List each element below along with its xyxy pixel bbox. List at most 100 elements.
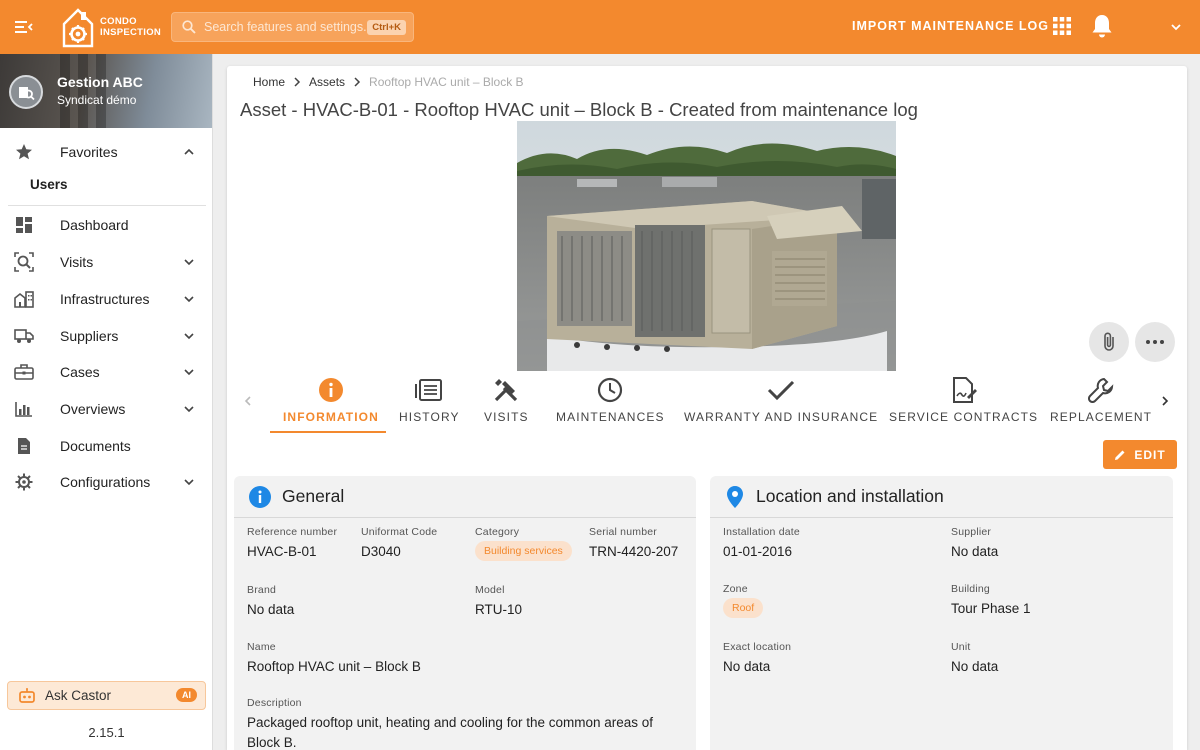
tabs-scroll-right-icon[interactable]	[1158, 394, 1172, 408]
field-zone: Zone Roof	[723, 583, 764, 618]
chevron-down-icon[interactable]	[182, 475, 196, 489]
general-card-title: General	[282, 486, 345, 506]
logo-house-gear-icon	[62, 8, 94, 48]
breadcrumb-assets[interactable]: Assets	[309, 75, 345, 89]
chevron-down-icon[interactable]	[182, 402, 196, 416]
ask-castor-button[interactable]: Ask Castor AI	[7, 681, 206, 710]
briefcase-icon	[14, 362, 34, 382]
tools-icon	[492, 376, 520, 404]
general-card: General Reference number HVAC-B-01 Unifo…	[234, 476, 696, 750]
breadcrumb-home[interactable]: Home	[253, 75, 285, 89]
field-label: Zone	[723, 583, 748, 595]
more-actions-button[interactable]	[1135, 322, 1175, 362]
field-model: Model RTU-10	[475, 584, 522, 617]
info-icon	[317, 376, 345, 404]
chevron-up-icon[interactable]	[182, 145, 196, 159]
condo-inspection-logo[interactable]: CONDO INSPECTION	[60, 5, 161, 49]
sidebar-item-visits[interactable]: Visits	[0, 244, 213, 280]
sidebar-item-label: Configurations	[60, 474, 151, 490]
field-label: Unit	[951, 641, 971, 653]
tab-maintenances[interactable]: MAINTENANCES	[556, 376, 665, 434]
building-search-icon	[19, 87, 35, 101]
tabs-scroll-left-icon[interactable]	[241, 394, 255, 408]
organization-banner[interactable]: Gestion ABC Syndicat démo	[0, 54, 212, 128]
chevron-down-icon[interactable]	[182, 329, 196, 343]
checkmark-icon	[767, 376, 795, 404]
tab-label: INFORMATION	[283, 410, 379, 424]
banner-decoration	[78, 54, 88, 128]
tab-service-contracts[interactable]: SERVICE CONTRACTS	[889, 376, 1038, 434]
field-value: No data	[951, 544, 999, 559]
sidebar-item-cases[interactable]: Cases	[0, 354, 213, 390]
dashboard-icon	[14, 215, 34, 235]
field-label: Building	[951, 583, 990, 595]
truck-icon	[14, 326, 34, 346]
page-title: Asset - HVAC-B-01 - Rooftop HVAC unit – …	[240, 99, 918, 120]
general-card-header: General	[234, 476, 696, 518]
tab-warranty-and-insurance[interactable]: WARRANTY AND INSURANCE	[684, 376, 878, 434]
zone-chip: Roof	[723, 598, 764, 618]
star-icon	[14, 142, 34, 162]
sidebar-item-infrastructures[interactable]: Infrastructures	[0, 281, 213, 317]
tab-information[interactable]: INFORMATION	[283, 376, 379, 434]
logo-line-1: CONDO	[100, 16, 137, 27]
field-label: Supplier	[951, 526, 992, 538]
chevron-right-icon	[354, 77, 361, 87]
info-circle-icon	[249, 485, 271, 508]
sidebar-item-favorites[interactable]: Favorites	[0, 134, 213, 170]
sidebar-item-overviews[interactable]: Overviews	[0, 391, 213, 427]
field-value: D3040	[361, 544, 401, 559]
history-list-icon	[415, 376, 443, 404]
field-value: Rooftop HVAC unit – Block B	[247, 659, 421, 674]
app-version: 2.15.1	[88, 725, 125, 740]
paperclip-icon	[1104, 332, 1114, 351]
account-chevron-down-icon[interactable]	[1169, 20, 1183, 34]
logo-wordmark: CONDO INSPECTION	[100, 16, 161, 38]
tab-label: VISITS	[484, 410, 529, 424]
sidebar-item-dashboard[interactable]: Dashboard	[0, 207, 213, 243]
chevron-down-icon[interactable]	[182, 292, 196, 306]
sidebar-favorite-users[interactable]: Users	[30, 177, 68, 192]
search-bar[interactable]: Search features and settings... Ctrl+K	[171, 12, 414, 42]
pencil-icon	[1115, 450, 1125, 460]
sidebar-item-suppliers[interactable]: Suppliers	[0, 318, 213, 354]
ask-castor-label: Ask Castor	[45, 688, 112, 703]
clock-icon	[596, 376, 624, 404]
sidebar-item-configurations[interactable]: Configurations	[0, 464, 213, 500]
visits-icon	[14, 252, 34, 272]
import-maintenance-log-button[interactable]: IMPORT MAINTENANCE LOG	[852, 19, 1049, 33]
field-value: RTU-10	[475, 602, 523, 617]
document-icon	[14, 436, 34, 456]
top-app-bar: CONDO INSPECTION Search features and set…	[0, 0, 1200, 54]
tab-replacement[interactable]: REPLACEMENT	[1050, 376, 1152, 434]
tab-history[interactable]: HISTORY	[399, 376, 460, 434]
chevron-down-icon[interactable]	[182, 255, 196, 269]
breadcrumb-current: Rooftop HVAC unit – Block B	[369, 75, 524, 89]
contract-icon	[950, 376, 978, 404]
search-icon	[182, 20, 196, 34]
edit-button[interactable]: EDIT	[1103, 440, 1177, 469]
field-label: Uniformat Code	[361, 526, 438, 538]
field-label: Installation date	[723, 526, 800, 538]
asset-photo[interactable]	[517, 121, 896, 371]
chevron-down-icon[interactable]	[182, 365, 196, 379]
tab-label: MAINTENANCES	[556, 410, 665, 424]
more-horizontal-icon	[1146, 340, 1164, 344]
notifications-bell-icon[interactable]	[1090, 13, 1114, 39]
location-card-title: Location and installation	[756, 486, 944, 506]
organization-name: Gestion ABC	[57, 74, 143, 90]
menu-collapse-icon[interactable]	[12, 15, 36, 39]
field-uniformat-code: Uniformat Code D3040	[361, 526, 437, 559]
apps-grid-icon[interactable]	[1053, 17, 1071, 35]
field-label: Exact location	[723, 641, 792, 653]
sidebar-item-documents[interactable]: Documents	[0, 428, 213, 464]
attach-button[interactable]	[1089, 322, 1129, 362]
location-pin-icon	[727, 485, 743, 508]
tab-visits[interactable]: VISITS	[484, 376, 529, 434]
field-value: HVAC-B-01	[247, 544, 317, 559]
sidebar-divider	[8, 205, 206, 206]
field-unit: Unit No data	[951, 641, 998, 674]
search-shortcut-badge: Ctrl+K	[367, 20, 406, 35]
tab-label: WARRANTY AND INSURANCE	[684, 410, 879, 424]
gear-icon	[14, 472, 34, 492]
